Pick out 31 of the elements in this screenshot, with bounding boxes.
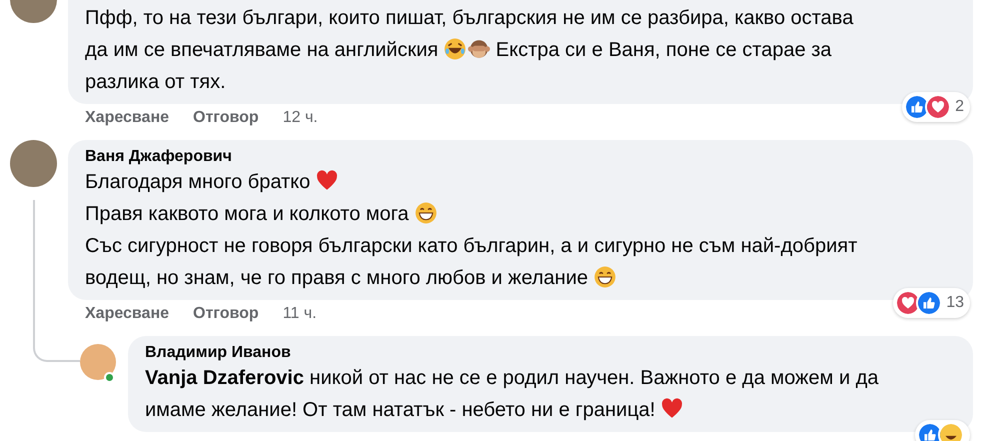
reaction-count: 2 bbox=[955, 97, 964, 117]
laughing-emoji-icon bbox=[444, 38, 466, 60]
reactions-badge[interactable] bbox=[915, 420, 970, 441]
heart-emoji-icon bbox=[661, 398, 684, 420]
grinning-emoji-icon bbox=[414, 202, 437, 224]
comment-text: да им се впечатляваме на английския bbox=[85, 39, 438, 61]
comment-text: Vanja Dzaferovic никой от нас не се е родил научен. Важното е да можем и да bbox=[145, 367, 878, 389]
author-name[interactable]: Владимир Иванов bbox=[145, 344, 959, 362]
comment-text: имаме желание! От там нататък - небето ни е граница! bbox=[145, 399, 656, 421]
reactions-badge[interactable]: 2 bbox=[902, 92, 970, 122]
comment-text: водещ, но знам, че го правя с много любов и желание bbox=[85, 267, 588, 289]
timestamp[interactable]: 11 ч. bbox=[282, 302, 317, 326]
reply-link[interactable]: Отговор bbox=[193, 106, 259, 130]
avatar[interactable] bbox=[10, 140, 57, 187]
like-link[interactable]: Харесване bbox=[85, 106, 170, 130]
timestamp[interactable]: 12 ч. bbox=[282, 106, 318, 130]
monkey-emoji-icon bbox=[468, 38, 490, 60]
comment-text: Благодаря много братко bbox=[85, 171, 310, 193]
grinning-emoji-icon bbox=[594, 266, 616, 288]
avatar[interactable] bbox=[80, 344, 116, 380]
comment-text: Екстра си е Ваня, поне се старае за bbox=[494, 39, 832, 61]
comment-text: разлика от тях. bbox=[85, 71, 226, 93]
reply-link[interactable]: Отговор bbox=[193, 302, 259, 326]
reaction-count: 13 bbox=[946, 293, 964, 313]
comment-text: Със сигурност не говоря български като българин, а и сигурно не съм най-добрият bbox=[85, 235, 858, 257]
comment-text: Пфф, то на тези българи, които пишат, българския не им се разбира, какво остава bbox=[85, 7, 854, 29]
author-name[interactable]: Ваня Джаферович bbox=[85, 148, 959, 166]
comment-text: Правя каквото мога и колкото мога bbox=[85, 203, 409, 225]
reactions-badge[interactable]: 13 bbox=[893, 288, 970, 318]
like-link[interactable]: Харесване bbox=[85, 302, 170, 326]
heart-emoji-icon bbox=[316, 170, 338, 192]
